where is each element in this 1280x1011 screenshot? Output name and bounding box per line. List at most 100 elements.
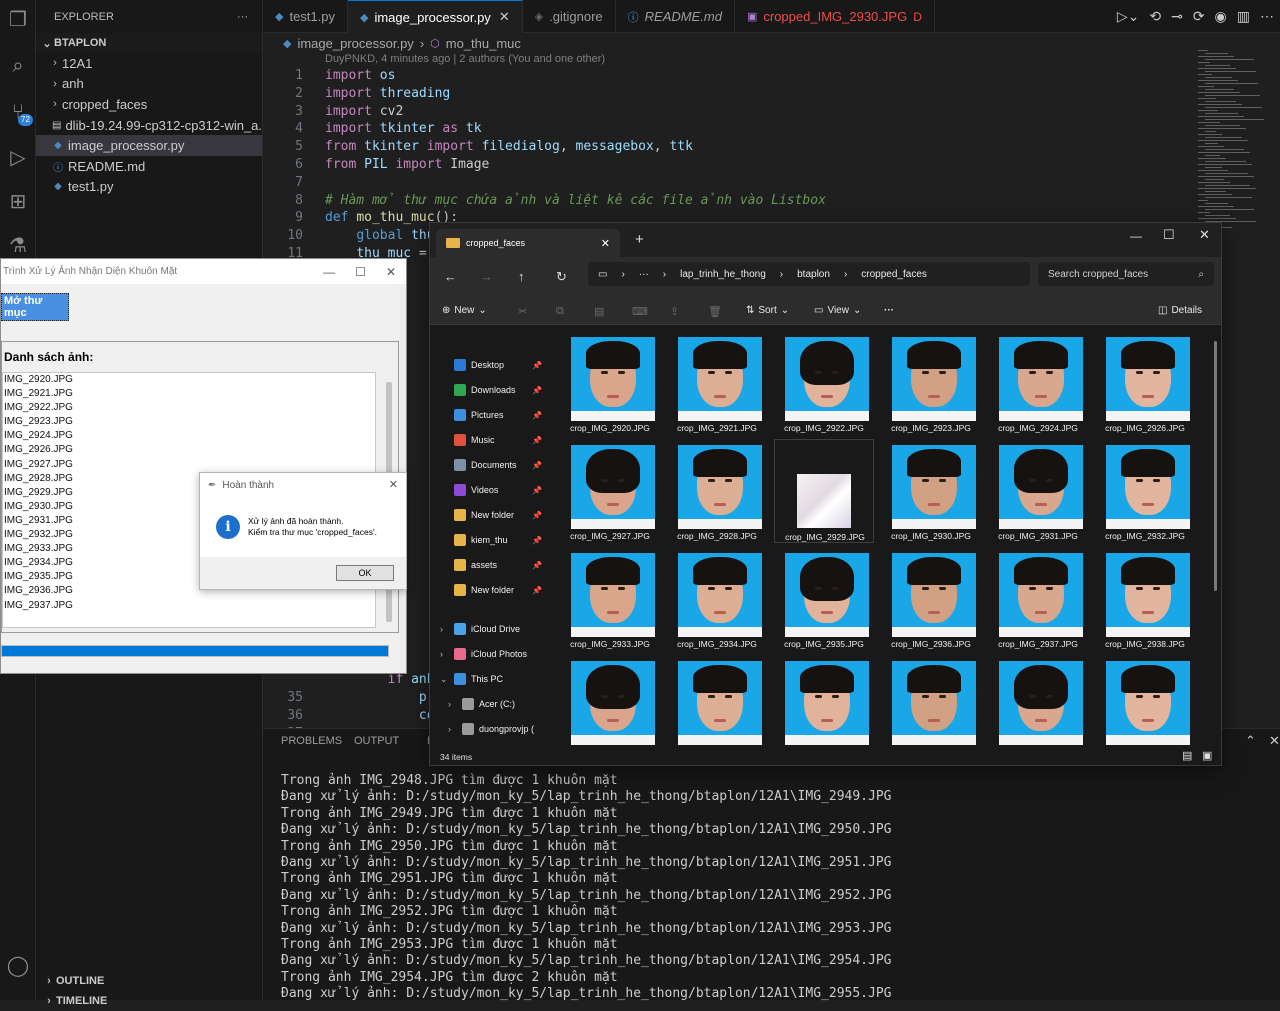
testing-icon[interactable]: ⚗ xyxy=(4,232,32,260)
file-thumbnail[interactable]: crop_IMG_2920.JPG xyxy=(560,331,660,435)
nav-item-duongprovjp-[interactable]: › duongprovjp ( xyxy=(430,719,548,739)
file-thumbnail[interactable] xyxy=(988,655,1088,751)
panel-tab-output[interactable]: OUTPUT xyxy=(354,735,399,747)
account-icon[interactable]: ◯ xyxy=(4,952,32,980)
file-thumbnail[interactable] xyxy=(881,655,981,751)
list-item[interactable]: IMG_2926.JPG xyxy=(3,443,375,457)
nav-item-documents[interactable]: Documents 📌 xyxy=(430,455,548,475)
nav-item-assets[interactable]: assets 📌 xyxy=(430,555,548,575)
list-item[interactable]: IMG_2923.JPG xyxy=(3,415,375,429)
nav-item-new-folder[interactable]: New folder 📌 xyxy=(430,580,548,600)
file-thumbnail[interactable]: crop_IMG_2933.JPG xyxy=(560,547,660,651)
delete-icon[interactable]: 🗑 xyxy=(708,305,722,318)
run-debug-icon[interactable]: ▷ xyxy=(4,144,32,172)
new-button[interactable]: ⊕ New ⌄ xyxy=(442,305,487,316)
list-item[interactable]: IMG_2921.JPG xyxy=(3,387,375,401)
file-thumbnail[interactable]: crop_IMG_2922.JPG xyxy=(774,331,874,435)
go-back-icon[interactable]: ⟲ xyxy=(1149,8,1161,25)
address-bar[interactable]: ▭ › ··· › lap_trinh_he_thong › btaplon ›… xyxy=(588,262,1030,286)
nav-item-desktop[interactable]: Desktop 📌 xyxy=(430,355,548,375)
tab-readme-md[interactable]: ⓘ README.md xyxy=(616,0,735,33)
path-segment[interactable]: cropped_faces xyxy=(861,269,927,280)
breadcrumb-file[interactable]: image_processor.py xyxy=(297,36,413,51)
code-line[interactable]: 3 import cv2 xyxy=(263,104,403,122)
back-icon[interactable]: ← xyxy=(444,269,457,284)
run-icon[interactable]: ▷⌄ xyxy=(1117,8,1140,25)
list-item[interactable]: IMG_2927.JPG xyxy=(3,458,375,472)
details-view-icon[interactable]: ▤ xyxy=(1182,749,1192,762)
panel-tab-problems[interactable]: PROBLEMS xyxy=(281,735,342,747)
tk-titlebar[interactable]: Trình Xử Lý Ảnh Nhận Diện Khuôn Mặt — ☐ … xyxy=(1,259,406,284)
project-folder[interactable]: ⌄ BTAPLON xyxy=(36,33,262,53)
git-blame-annotation[interactable]: DuyPNKD, 4 minutes ago | 2 authors (You … xyxy=(325,53,605,65)
close-panel-icon[interactable]: ✕ xyxy=(1269,733,1280,749)
list-item[interactable]: IMG_2924.JPG xyxy=(3,429,375,443)
file-thumbnail[interactable]: crop_IMG_2928.JPG xyxy=(667,439,767,543)
close-icon[interactable]: ✕ xyxy=(1199,227,1210,243)
chevron-up-icon[interactable]: ⌃ xyxy=(1245,733,1256,749)
file-thumbnail[interactable]: crop_IMG_2921.JPG xyxy=(667,331,767,435)
nav-item-this-pc[interactable]: ⌄ This PC xyxy=(430,669,548,689)
file-thumbnail[interactable]: crop_IMG_2938.JPG xyxy=(1095,547,1195,651)
tab-image-processor-py[interactable]: ◆ image_processor.py ✕ xyxy=(348,0,523,33)
tab-test1-py[interactable]: ◆ test1.py xyxy=(263,0,348,33)
close-tab-icon[interactable]: ✕ xyxy=(601,237,610,250)
file-thumbnail[interactable]: crop_IMG_2923.JPG xyxy=(881,331,981,435)
search-box[interactable]: Search cropped_faces ⌕ xyxy=(1038,262,1214,286)
file-thumbnail[interactable]: crop_IMG_2931.JPG xyxy=(988,439,1088,543)
chevron-right-icon[interactable]: › xyxy=(440,649,443,659)
file-thumbnail[interactable]: crop_IMG_2934.JPG xyxy=(667,547,767,651)
cut-icon[interactable]: ✂ xyxy=(518,305,527,318)
tab-cropped-img-2930-jpg[interactable]: ▣ cropped_IMG_2930.JPG D xyxy=(735,0,935,33)
share-icon[interactable]: ⇪ xyxy=(670,305,679,318)
code-line[interactable]: 8 # Hàm mở thư mục chứa ảnh và liệt kê cá… xyxy=(263,193,826,211)
file-tree-item[interactable]: ◆ test1.py xyxy=(36,177,262,198)
file-thumbnail[interactable]: crop_IMG_2924.JPG xyxy=(988,331,1088,435)
nav-item-icloud-photos[interactable]: › iCloud Photos xyxy=(430,644,548,664)
path-overflow[interactable]: ··· xyxy=(639,269,649,280)
minimize-icon[interactable]: — xyxy=(323,265,335,279)
nav-item-videos[interactable]: Videos 📌 xyxy=(430,480,548,500)
code-line[interactable]: 36 co xyxy=(263,708,434,726)
split-editor-icon[interactable]: ▥ xyxy=(1237,8,1250,25)
extensions-icon[interactable]: ⊞ xyxy=(4,188,32,216)
chevron-right-icon[interactable]: › xyxy=(440,624,443,634)
nav-item-acer-c-[interactable]: › Acer (C:) xyxy=(430,694,548,714)
more-icon[interactable]: ⋯ xyxy=(1260,8,1274,25)
file-thumbnail[interactable]: crop_IMG_2932.JPG xyxy=(1095,439,1195,543)
file-thumbnail[interactable] xyxy=(560,655,660,751)
more-actions-icon[interactable]: ··· xyxy=(237,11,248,23)
details-button[interactable]: ◫ Details xyxy=(1158,305,1202,316)
file-tree-item[interactable]: › 12A1 xyxy=(36,53,262,74)
paste-icon[interactable]: ▤ xyxy=(594,305,604,318)
more-options-button[interactable]: ··· xyxy=(884,305,894,316)
explorer-tab[interactable]: cropped_faces ✕ xyxy=(436,229,620,257)
code-line[interactable]: 7 xyxy=(263,175,325,193)
gitlens-icon[interactable]: ◉ xyxy=(1215,8,1227,25)
path-segment[interactable]: lap_trinh_he_thong xyxy=(680,269,766,280)
code-line[interactable]: 1 import os xyxy=(263,68,395,86)
file-tree-item[interactable]: ▤ dlib-19.24.99-cp312-cp312-win_a... xyxy=(36,115,262,136)
search-icon[interactable]: ⌕ xyxy=(4,52,32,80)
nav-item-pictures[interactable]: Pictures 📌 xyxy=(430,405,548,425)
ok-button[interactable]: OK xyxy=(336,565,394,581)
file-tree-item[interactable]: ◆ image_processor.py xyxy=(36,135,262,156)
open-folder-button[interactable]: Mở thư mục xyxy=(1,293,69,321)
copy-icon[interactable]: ⧉ xyxy=(556,305,564,318)
file-tree-item[interactable]: › anh xyxy=(36,74,262,95)
file-thumbnail[interactable]: crop_IMG_2935.JPG xyxy=(774,547,874,651)
file-thumbnail[interactable]: crop_IMG_2930.JPG xyxy=(881,439,981,543)
forward-icon[interactable]: → xyxy=(480,269,493,284)
code-line[interactable]: 10 global thu xyxy=(263,228,434,246)
list-item[interactable]: IMG_2922.JPG xyxy=(3,401,375,415)
source-control-icon[interactable]: ⑂ 72 xyxy=(4,98,33,126)
large-icons-view-icon[interactable]: ▣ xyxy=(1202,749,1212,762)
go-forward-icon[interactable]: ⟳ xyxy=(1193,8,1205,25)
code-line[interactable]: 2 import threading xyxy=(263,86,450,104)
chevron-down-icon[interactable]: ⌄ xyxy=(440,674,448,685)
file-tree-item[interactable]: ⓘ README.md xyxy=(36,156,262,177)
minimap[interactable] xyxy=(1196,50,1276,250)
code-line[interactable]: 5 from tkinter import filedialog, message… xyxy=(263,139,693,157)
file-thumbnail[interactable]: crop_IMG_2929.JPG xyxy=(774,439,874,543)
outline-section[interactable]: › OUTLINE xyxy=(36,971,263,991)
